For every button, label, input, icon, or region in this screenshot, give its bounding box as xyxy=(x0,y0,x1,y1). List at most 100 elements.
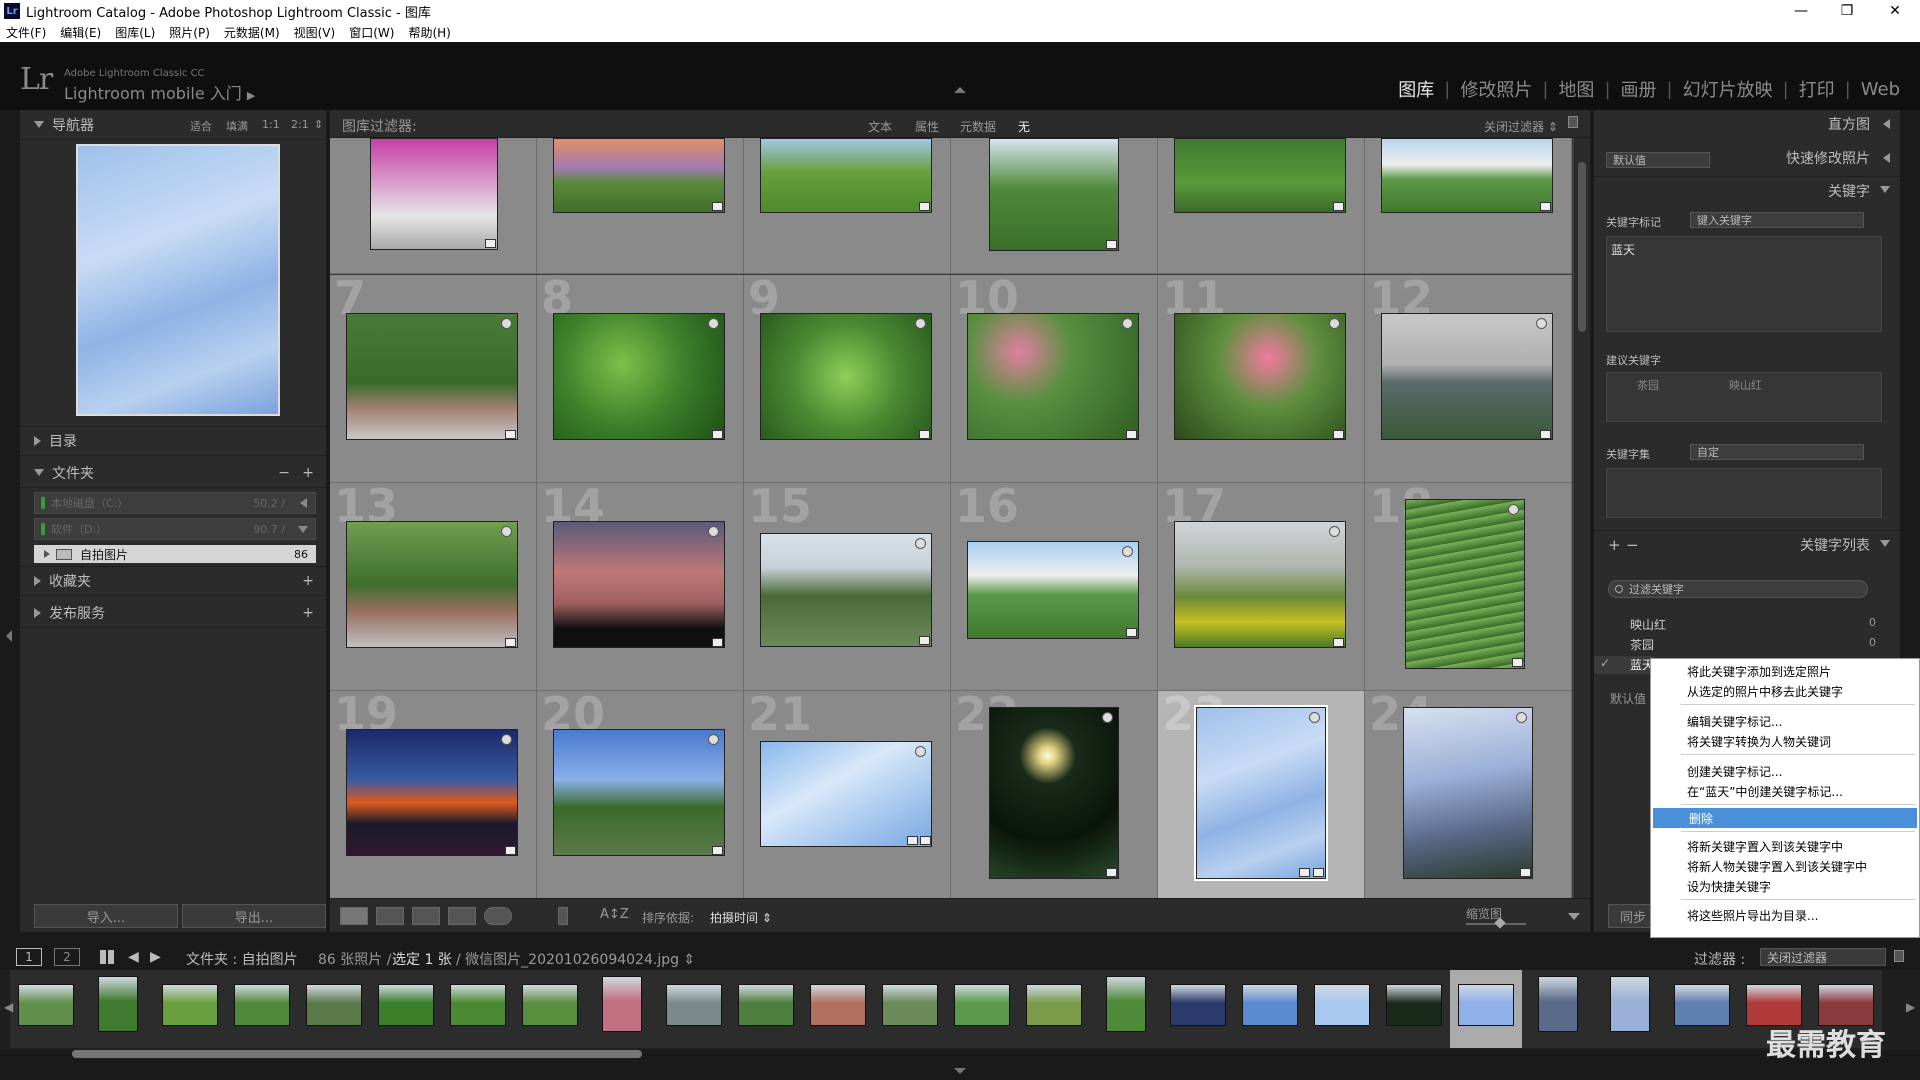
photo-thumbnail[interactable] xyxy=(346,313,518,440)
menu-photo[interactable]: 照片(P) xyxy=(169,24,210,41)
context-add-keyword[interactable]: 将此关键字添加到选定照片 xyxy=(1651,661,1919,681)
volume-arrow-icon[interactable] xyxy=(298,525,308,533)
filmstrip-cell[interactable] xyxy=(1090,970,1162,1048)
filmstrip-cell[interactable] xyxy=(298,970,370,1048)
filmstrip-cell[interactable] xyxy=(10,970,82,1048)
photo-thumbnail[interactable] xyxy=(967,313,1139,440)
thumbnail-grid[interactable]: 7 8 9 10 11 12 13 14 15 16 17 18 19 20 2… xyxy=(330,138,1574,898)
filmstrip-cell[interactable] xyxy=(514,970,586,1048)
toolbar-menu-icon[interactable] xyxy=(1568,913,1580,920)
filter-lock-icon[interactable] xyxy=(1894,950,1904,962)
filter-none[interactable]: 无 xyxy=(1018,118,1030,135)
remove-folder-button[interactable]: − xyxy=(278,465,290,481)
flag-circle-icon[interactable] xyxy=(915,746,926,757)
filmstrip-thumbnail[interactable] xyxy=(666,984,722,1026)
survey-view-icon[interactable] xyxy=(448,907,476,925)
flag-circle-icon[interactable] xyxy=(708,526,719,537)
context-put-new-people[interactable]: 将新人物关键字置入到该关键字中 xyxy=(1651,856,1919,876)
context-delete[interactable]: 删除 xyxy=(1653,808,1917,828)
collapse-triangle-icon[interactable] xyxy=(1883,153,1890,163)
keyword-tags-textarea[interactable]: 蓝天 xyxy=(1606,236,1882,332)
grid-cell[interactable]: 24 xyxy=(1365,691,1572,898)
keyword-item-selected[interactable]: ✓ 蓝天 xyxy=(1594,656,1654,674)
grid-cell[interactable]: 12 xyxy=(1365,275,1572,483)
photo-thumbnail[interactable] xyxy=(1174,521,1346,648)
grid-cell[interactable]: 21 xyxy=(744,691,951,898)
identity-main-label[interactable]: Lightroom mobile 入门 xyxy=(64,84,242,103)
filmstrip-cell[interactable] xyxy=(1378,970,1450,1048)
flag-circle-icon[interactable] xyxy=(1122,318,1133,329)
grid-scrollbar-thumb[interactable] xyxy=(1578,162,1586,332)
filmstrip-thumbnail[interactable] xyxy=(162,984,218,1026)
filmstrip-cell[interactable] xyxy=(874,970,946,1048)
filmstrip[interactable]: ◀ ▶ xyxy=(0,970,1920,1050)
collapse-triangle-icon[interactable] xyxy=(1880,186,1890,193)
module-library[interactable]: 图库 xyxy=(1388,76,1444,102)
filter-attribute[interactable]: 属性 xyxy=(915,118,939,135)
restore-button[interactable]: ❐ xyxy=(1824,0,1870,22)
context-set-shortcut[interactable]: 设为快捷关键字 xyxy=(1651,876,1919,896)
minimize-button[interactable]: — xyxy=(1778,0,1824,22)
module-print[interactable]: 打印 xyxy=(1789,76,1845,102)
context-create-inside[interactable]: 在“蓝天”中创建关键字标记... xyxy=(1651,781,1919,801)
filmstrip-thumbnail[interactable] xyxy=(1106,976,1146,1032)
collapse-triangle-icon[interactable] xyxy=(34,121,44,128)
menu-view[interactable]: 视图(V) xyxy=(294,24,336,41)
filmstrip-thumbnail[interactable] xyxy=(738,984,794,1026)
keyword-tags-text[interactable]: 蓝天 xyxy=(1611,241,1635,258)
grid-cell[interactable]: 8 xyxy=(537,275,744,483)
volume-arrow-icon[interactable] xyxy=(300,498,307,508)
keyword-set-select[interactable]: 自定 xyxy=(1690,444,1864,460)
menu-edit[interactable]: 编辑(E) xyxy=(60,24,101,41)
context-export-catalog[interactable]: 将这些照片导出为目录... xyxy=(1651,905,1919,925)
grid-cell[interactable]: 14 xyxy=(537,483,744,691)
filmstrip-thumbnail[interactable] xyxy=(18,984,74,1026)
grid-cell[interactable] xyxy=(1365,138,1572,274)
photo-thumbnail[interactable] xyxy=(346,729,518,856)
add-publish-button[interactable]: + xyxy=(302,605,314,621)
module-develop[interactable]: 修改照片 xyxy=(1450,76,1542,102)
grid-cell[interactable]: 11 xyxy=(1158,275,1365,483)
grid-scrollbar[interactable] xyxy=(1574,138,1590,898)
filmstrip-scrollbar[interactable] xyxy=(72,1050,642,1058)
context-edit-keyword[interactable]: 编辑关键字标记... xyxy=(1651,711,1919,731)
current-filename[interactable]: / 微信图片_20201026094024.jpg ⇕ xyxy=(456,949,695,969)
flag-circle-icon[interactable] xyxy=(501,734,512,745)
filmstrip-cell[interactable] xyxy=(658,970,730,1048)
context-convert-people[interactable]: 将关键字转换为人物关键词 xyxy=(1651,731,1919,751)
forward-arrow-icon[interactable]: ▶ xyxy=(150,949,161,965)
navigator-2to1[interactable]: 2:1 xyxy=(291,118,309,131)
grid-nav-icon[interactable] xyxy=(100,950,114,964)
flag-circle-icon[interactable] xyxy=(1102,712,1113,723)
filmstrip-thumbnail[interactable] xyxy=(1314,984,1370,1026)
expand-triangle-icon[interactable] xyxy=(34,607,41,618)
flag-circle-icon[interactable] xyxy=(915,538,926,549)
flag-circle-icon[interactable] xyxy=(708,318,719,329)
folder-item-selected[interactable]: 自拍图片 86 xyxy=(34,545,316,563)
source-folder[interactable]: 文件夹 : 自拍图片 xyxy=(186,949,298,969)
filmstrip-cell[interactable] xyxy=(1234,970,1306,1048)
menu-window[interactable]: 窗口(W) xyxy=(349,24,394,41)
people-view-icon[interactable] xyxy=(484,907,512,925)
filmstrip-cell[interactable] xyxy=(226,970,298,1048)
primary-window-button[interactable]: 1 xyxy=(16,948,42,966)
photo-thumbnail[interactable] xyxy=(760,138,932,213)
filter-text[interactable]: 文本 xyxy=(868,118,892,135)
photo-thumbnail[interactable] xyxy=(1174,313,1346,440)
filmstrip-thumbnail[interactable] xyxy=(98,976,138,1032)
lock-icon[interactable] xyxy=(1568,116,1578,128)
filmstrip-cell[interactable] xyxy=(1162,970,1234,1048)
remove-keyword-button[interactable]: − xyxy=(1626,536,1639,554)
menu-library[interactable]: 图库(L) xyxy=(115,24,155,41)
add-keyword-button[interactable]: + xyxy=(1608,536,1621,554)
collections-header[interactable]: 收藏夹 + xyxy=(20,566,326,596)
filmstrip-cell[interactable] xyxy=(1306,970,1378,1048)
filmstrip-thumbnail[interactable] xyxy=(1458,984,1514,1026)
filmstrip-thumbnail[interactable] xyxy=(1242,984,1298,1026)
photo-thumbnail[interactable] xyxy=(760,533,932,647)
navigator-fill[interactable]: 填满 xyxy=(226,118,248,134)
grid-cell[interactable] xyxy=(951,138,1158,274)
flag-circle-icon[interactable] xyxy=(1329,318,1340,329)
filmstrip-cell[interactable] xyxy=(1594,970,1666,1048)
filmstrip-cell[interactable] xyxy=(802,970,874,1048)
